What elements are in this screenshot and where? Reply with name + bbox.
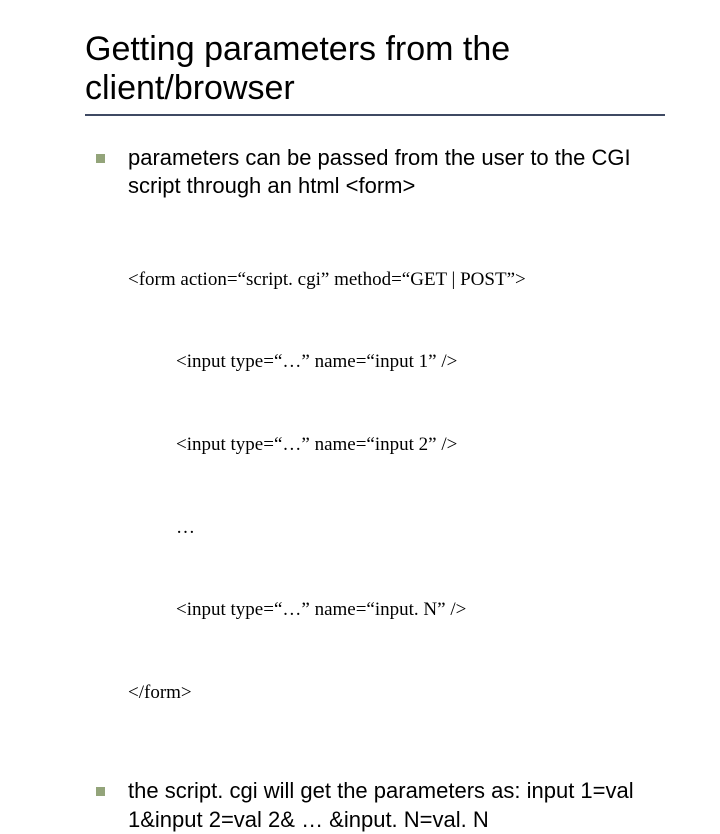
slide: Getting parameters from the client/brows… xyxy=(0,0,720,540)
code-example: <form action=“script. cgi” method=“GET |… xyxy=(128,211,670,762)
code-line-ellipsis: … xyxy=(176,514,670,542)
code-line-form-close: </form> xyxy=(128,679,670,707)
title-underline xyxy=(85,114,665,116)
code-line-form-open: <form action=“script. cgi” method=“GET |… xyxy=(128,266,670,294)
bullet-item-2: the script. cgi will get the parameters … xyxy=(90,777,670,833)
bullet-list: parameters can be passed from the user t… xyxy=(90,144,670,200)
bullet-list-2: the script. cgi will get the parameters … xyxy=(90,777,670,833)
bullet-item-1: parameters can be passed from the user t… xyxy=(90,144,670,200)
slide-title: Getting parameters from the client/brows… xyxy=(85,30,670,108)
code-line-input-n: <input type=“…” name=“input. N” /> xyxy=(176,596,670,624)
code-line-input-2: <input type=“…” name=“input 2” /> xyxy=(176,431,670,459)
code-line-input-1: <input type=“…” name=“input 1” /> xyxy=(176,348,670,376)
